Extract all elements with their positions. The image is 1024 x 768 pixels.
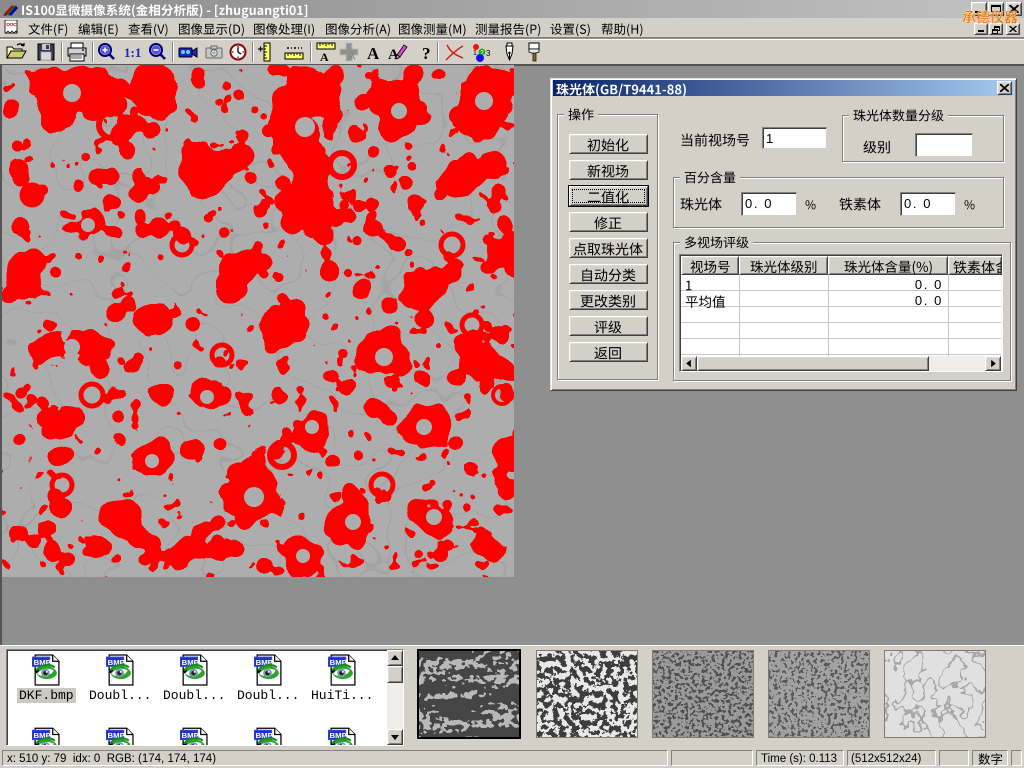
svg-text:A: A (320, 50, 329, 63)
svg-text:DOC: DOC (6, 22, 17, 28)
svg-text:1: 1 (473, 50, 477, 57)
svg-text:3: 3 (486, 49, 491, 58)
svg-text:?: ? (422, 44, 431, 63)
svg-text:A: A (350, 53, 356, 62)
svg-text:A: A (367, 44, 380, 63)
svg-text:1:1: 1:1 (124, 45, 141, 60)
